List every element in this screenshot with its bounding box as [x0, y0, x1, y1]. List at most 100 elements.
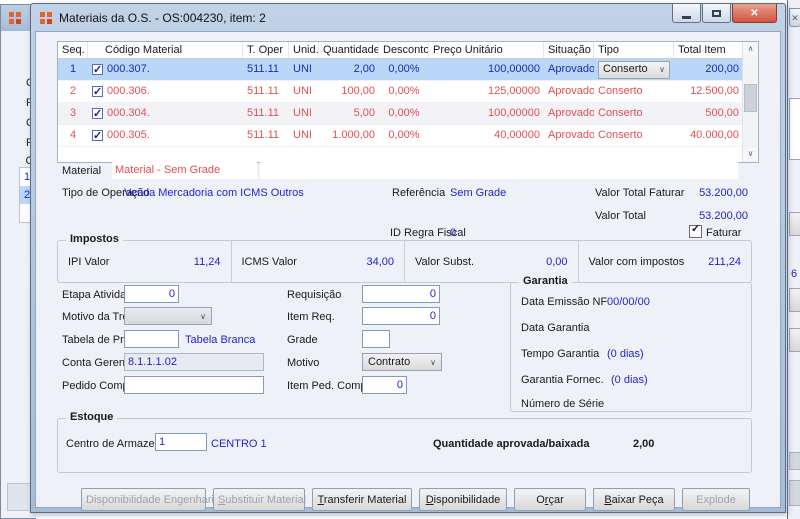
item-ped-compra-input[interactable] — [362, 376, 407, 394]
materials-grid: Seq. Código Material T. Oper Unid. Quant… — [57, 41, 759, 163]
codigo-text: 000.307. — [107, 63, 150, 75]
tabela-preco-input[interactable] — [124, 330, 179, 348]
row-checkbox-checked[interactable] — [92, 126, 103, 146]
valor-subst-label: Valor Subst. — [415, 255, 475, 268]
cell-toper: 511.11 — [247, 107, 280, 119]
grade-input[interactable] — [362, 330, 390, 348]
cell-situacao: Aprovado — [548, 85, 594, 97]
substituir-material-button: Substituir Material — [213, 488, 306, 511]
maximize-icon — [712, 9, 721, 17]
maximize-button[interactable] — [702, 4, 731, 23]
column-header-preco[interactable]: Preço Unitário — [429, 42, 544, 58]
column-header-situacao[interactable]: Situação — [544, 42, 594, 58]
pedido-compra-input[interactable] — [124, 376, 264, 394]
cell-quantidade: 1.000,00 — [332, 129, 375, 141]
column-header-desconto[interactable]: Desconto — [379, 42, 429, 58]
row-checkbox-checked[interactable] — [92, 104, 103, 124]
scroll-up-icon[interactable]: ∧ — [743, 42, 758, 57]
disponibilidade-engenharia-button: Disponibilidade Engenharia — [81, 488, 220, 511]
tipo-combobox[interactable]: Conserto ∨ — [598, 60, 670, 79]
cell-tipo: Conserto — [598, 129, 643, 141]
bg-right-button[interactable] — [789, 288, 800, 312]
material-value-field[interactable]: Material - Sem Grade — [112, 161, 257, 179]
ipi-valor-value: 11,24 — [193, 255, 221, 268]
cell-desconto: 0,00% — [388, 129, 420, 141]
vertical-scrollbar[interactable]: ∧ ∨ — [742, 42, 758, 162]
table-row[interactable]: 2 000.306. 511.11 UNI 100,00 0,00% 125,00000 Ap… — [58, 81, 758, 103]
close-icon[interactable]: ✕ — [789, 8, 800, 27]
estoque-groupbox: Estoque Centro de Armazenagem CENTRO 1 Q… — [57, 411, 752, 473]
faturar-checkbox[interactable] — [689, 222, 702, 238]
valor-com-impostos-label: Valor com impostos — [588, 255, 685, 268]
cell-tipo: Conserto — [598, 107, 643, 119]
column-header-seq[interactable]: Seq. — [58, 42, 88, 58]
row-checkbox-checked[interactable] — [92, 60, 103, 80]
icms-valor-cell: ICMS Valor 34,00 — [232, 241, 405, 282]
dialog-client-area: Seq. Código Material T. Oper Unid. Quant… — [35, 31, 781, 511]
item-req-label: Item Req. — [287, 311, 335, 323]
motivo-troca-dropdown[interactable]: ∨ — [124, 307, 212, 325]
cell-toper: 511.11 — [247, 85, 280, 97]
row-checkbox-checked[interactable] — [92, 82, 103, 102]
baixar-peca-button[interactable]: Baixar Peça — [593, 488, 675, 511]
quantidade-aprovada-value: 2,00 — [633, 438, 655, 450]
tipo-value: Conserto — [603, 63, 648, 75]
bg-right-button[interactable] — [789, 328, 800, 352]
cell-codigo: 000.304. — [88, 103, 243, 124]
column-header-unid[interactable]: Unid. — [289, 42, 319, 58]
referencia-value: Sem Grade — [450, 187, 507, 199]
faturar-label: Faturar — [706, 227, 742, 239]
cell-quantidade: 100,00 — [341, 85, 375, 97]
close-button[interactable]: ✕ — [732, 4, 777, 23]
codigo-text: 000.305. — [107, 129, 150, 141]
chevron-down-icon: ∨ — [430, 357, 436, 367]
cell-desconto: 0,00% — [388, 107, 420, 119]
explode-button: Explode — [682, 488, 750, 511]
motivo-dropdown[interactable]: Contrato ∨ — [362, 353, 442, 371]
requisicao-input[interactable] — [362, 285, 440, 303]
cell-seq: 1 — [69, 63, 77, 75]
column-header-toper[interactable]: T. Oper — [243, 42, 289, 58]
bg-right-block — [789, 452, 800, 470]
valor-subst-value: 0,00 — [546, 255, 568, 268]
centro-armazenagem-desc: CENTRO 1 — [211, 438, 267, 450]
etapa-atividade-input[interactable] — [124, 285, 179, 303]
chevron-down-icon: ∨ — [200, 311, 206, 321]
scroll-down-icon[interactable]: ∨ — [743, 147, 758, 162]
data-emissao-nf-label: Data Emissão NF — [521, 296, 608, 308]
bg-right-field — [789, 98, 800, 160]
column-header-total[interactable]: Total Item — [674, 42, 743, 58]
tabela-preco-hint: Tabela Branca — [185, 334, 256, 346]
item-req-input[interactable] — [362, 307, 440, 325]
garantia-groupbox: Garantia Data Emissão NF 00/00/00 Data G… — [510, 275, 752, 412]
background-window-right: ✕ 6 — [787, 0, 800, 519]
cell-codigo: 000.306. — [88, 81, 243, 102]
material-extra-field[interactable] — [260, 161, 738, 179]
column-header-codigo[interactable]: Código Material — [88, 42, 243, 58]
tempo-garantia-label: Tempo Garantia — [521, 348, 600, 360]
cell-codigo: 000.305. — [88, 125, 243, 146]
data-emissao-nf-value: 00/00/00 — [607, 296, 650, 308]
window-title: Materiais da O.S. - OS:004230, item: 2 — [59, 10, 266, 25]
column-header-tipo[interactable]: Tipo — [594, 42, 674, 58]
cell-situacao: Aprovado — [548, 63, 594, 75]
cell-unid: UNI — [293, 107, 312, 119]
disponibilidade-button[interactable]: Disponibilidade — [419, 488, 507, 511]
app-icon — [40, 11, 52, 24]
app-icon — [9, 12, 21, 24]
column-header-quantidade[interactable]: Quantidade — [319, 42, 379, 58]
centro-armazenagem-input[interactable] — [155, 433, 207, 451]
minimize-button[interactable] — [672, 4, 701, 23]
scrollbar-thumb[interactable] — [744, 84, 757, 112]
table-row[interactable]: 4 000.305. 511.11 UNI 1.000,00 0,00% 40,00000 A… — [58, 125, 758, 147]
cell-seq: 4 — [69, 129, 77, 141]
cell-unid: UNI — [293, 129, 312, 141]
orcar-button[interactable]: Orçar — [514, 488, 586, 511]
transferir-material-button[interactable]: Transferir Material — [312, 488, 412, 511]
bg-right-button[interactable] — [789, 212, 800, 236]
cell-total: 12.500,00 — [690, 85, 739, 97]
table-row[interactable]: 1 000.307. 511.11 UNI 2,00 0,00% 100,00000 Apro… — [58, 59, 758, 81]
table-row[interactable]: 3 000.304. 511.11 UNI 5,00 0,00% 100,00000 Apro… — [58, 103, 758, 125]
cell-unid: UNI — [293, 63, 312, 75]
conta-gerencial-input[interactable] — [124, 353, 264, 371]
